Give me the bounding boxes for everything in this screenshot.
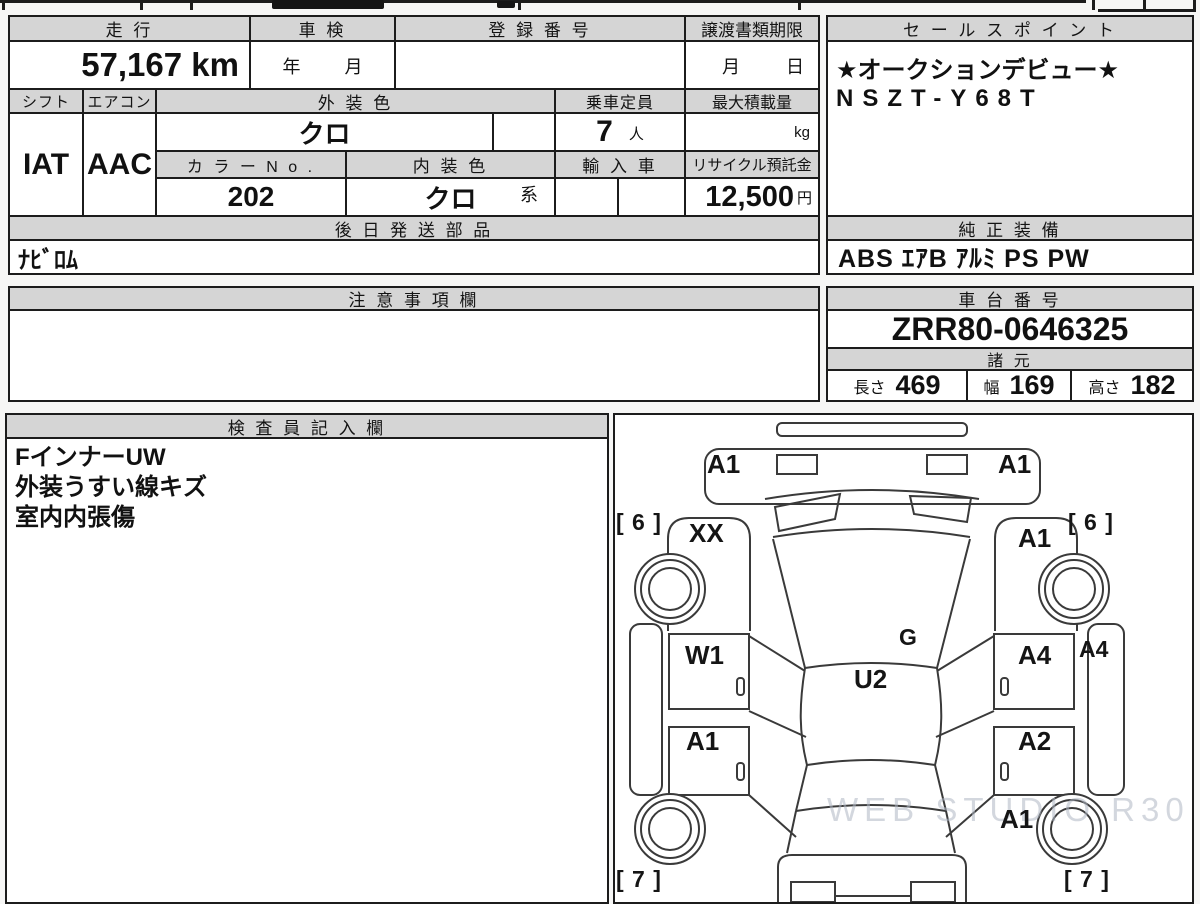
max-load-header: 最大積載量: [684, 88, 820, 114]
top-strip-hline: [0, 0, 1086, 3]
spec-length-label: 長さ: [853, 379, 886, 397]
transfer-deadline-header: 譲渡書類期限: [684, 15, 820, 42]
specs-header: 諸 元: [826, 347, 1194, 371]
top-strip-vline: [518, 0, 521, 10]
inspector-note-line: 室内内張傷: [15, 504, 135, 531]
import-car-header: 輸 入 車: [554, 150, 686, 179]
damage-code-right-rear-door: A2: [1018, 726, 1052, 756]
spec-height-value: 182: [1130, 370, 1176, 400]
notes-box: [8, 309, 820, 402]
damage-code-front-bumper-left: A1: [707, 449, 741, 479]
top-strip-vline: [1143, 0, 1146, 10]
damage-code-right-fender: A1: [1018, 523, 1052, 553]
import-car-cell-2: [617, 177, 686, 217]
sales-point-line2: NSZT-Y68T: [836, 85, 1044, 112]
registration-number-value: [394, 40, 686, 90]
interior-color-header: 内 装 色: [345, 150, 556, 179]
mileage-value: 57,167 km: [8, 40, 251, 90]
damage-diagram: WEB STUDIO R30 A1 A1 [ 6 ] XX A1 [ 6 ] W…: [613, 413, 1194, 904]
exterior-color-header: 外 装 色: [155, 88, 556, 114]
spec-length-value: 469: [895, 370, 941, 400]
spec-length-cell: 長さ 469: [826, 369, 968, 402]
aircon-value: AAC: [82, 112, 157, 217]
tire-grade-rear-right: [ 7 ]: [1064, 866, 1110, 892]
registration-number-header: 登 録 番 号: [394, 15, 686, 42]
top-strip-hline-2: [1098, 9, 1196, 12]
aircon-header: エアコン: [82, 88, 157, 114]
spec-width-cell: 幅 169: [966, 369, 1072, 402]
transfer-deadline-value: 月 日: [684, 40, 820, 90]
chassis-number-value: ZRR80-0646325: [826, 309, 1194, 349]
capacity-value: 7 人: [554, 112, 686, 152]
exterior-color-spare-cell: [492, 112, 556, 152]
tire-grade-front-right: [ 6 ]: [1068, 509, 1114, 535]
import-car-cell-1: [554, 177, 619, 217]
color-no-header: カ ラ ー N o .: [155, 150, 347, 179]
shift-value: IAT: [8, 112, 84, 217]
auction-sheet-page: 走 行 車 検 登 録 番 号 譲渡書類期限 57,167 km 年 月 月 日…: [0, 0, 1200, 904]
damage-code-roof-g: G: [899, 624, 917, 650]
tire-grade-front-left: [ 6 ]: [616, 509, 662, 535]
damage-code-left-rear-door: A1: [686, 726, 720, 756]
genuine-equipment-value: ABS ｴｱB ｱﾙﾐ PS PW: [826, 239, 1194, 275]
deadline-day-label: 日: [786, 57, 804, 77]
interior-color-suffix: 系: [520, 185, 538, 205]
exterior-color-value: クロ: [155, 112, 494, 152]
genuine-equipment-header: 純 正 装 備: [826, 215, 1194, 241]
inspection-header: 車 検: [249, 15, 396, 42]
inspector-notes-box: FインナーUW 外装うすい線キズ 室内内張傷: [5, 437, 609, 904]
spec-width-label: 幅: [983, 379, 1000, 397]
damage-code-right-front-door: A4: [1018, 640, 1052, 670]
damage-code-right-quarter: A1: [1000, 804, 1034, 834]
notes-header: 注 意 事 項 欄: [8, 286, 820, 311]
mileage-header: 走 行: [8, 15, 251, 42]
mileage-text: 57,167 km: [81, 46, 239, 83]
auction-sheet: { "main": { "mileage_label": "走 行", "mil…: [0, 0, 1200, 904]
spec-height-label: 高さ: [1088, 379, 1121, 397]
damage-code-left-front-door: W1: [685, 640, 724, 670]
top-strip-vline: [1092, 0, 1095, 10]
later-parts-header: 後 日 発 送 部 品: [8, 215, 820, 241]
top-strip-vline: [190, 0, 193, 10]
damage-code-front-bumper-right: A1: [998, 449, 1032, 479]
color-no-value: 202: [155, 177, 347, 217]
deadline-month-label: 月: [722, 57, 740, 77]
max-load-value: kg: [684, 112, 820, 152]
top-strip-vline: [140, 0, 143, 10]
capacity-unit: 人: [628, 126, 644, 143]
damage-code-right-side: A4: [1079, 636, 1109, 662]
top-strip-vline: [1193, 0, 1196, 10]
inspector-notes-header: 検 査 員 記 入 欄: [5, 413, 609, 439]
inspection-month-label: 月: [344, 57, 363, 77]
recycle-deposit-value: 12,500 円: [684, 177, 820, 217]
sales-point-header: セ ー ル ス ポ イ ン ト: [826, 15, 1194, 42]
recycle-unit: 円: [796, 190, 812, 207]
spec-height-cell: 高さ 182: [1070, 369, 1194, 402]
interior-color-value: クロ 系: [345, 177, 556, 217]
cutoff-text-remnant: [497, 1, 515, 8]
cutoff-text-remnant: [272, 0, 384, 9]
recycle-amount: 12,500: [705, 180, 794, 213]
later-parts-value: ﾅﾋﾞﾛﾑ: [8, 239, 820, 275]
capacity-header: 乗車定員: [554, 88, 686, 114]
interior-color-text: クロ: [424, 183, 477, 214]
inspection-value: 年 月: [249, 40, 396, 90]
chassis-number-header: 車 台 番 号: [826, 286, 1194, 311]
recycle-deposit-header: リサイクル預託金: [684, 150, 820, 179]
damage-code-roof-u2: U2: [854, 664, 888, 694]
max-load-unit: kg: [794, 124, 810, 141]
inspector-note-line: FインナーUW: [15, 444, 166, 471]
damage-code-left-fender: XX: [689, 518, 724, 548]
inspection-year-label: 年: [282, 57, 301, 77]
spec-width-value: 169: [1009, 370, 1055, 400]
capacity-number: 7: [596, 115, 613, 148]
sales-point-line1: ★オークションデビュー★: [836, 57, 1120, 84]
tire-grade-rear-left: [ 7 ]: [616, 866, 662, 892]
top-strip-vline: [2, 0, 5, 10]
shift-header: シフト: [8, 88, 84, 114]
top-strip-vline: [798, 0, 801, 10]
sales-point-content: ★オークションデビュー★ NSZT-Y68T: [826, 40, 1194, 217]
inspector-note-line: 外装うすい線キズ: [15, 474, 207, 501]
